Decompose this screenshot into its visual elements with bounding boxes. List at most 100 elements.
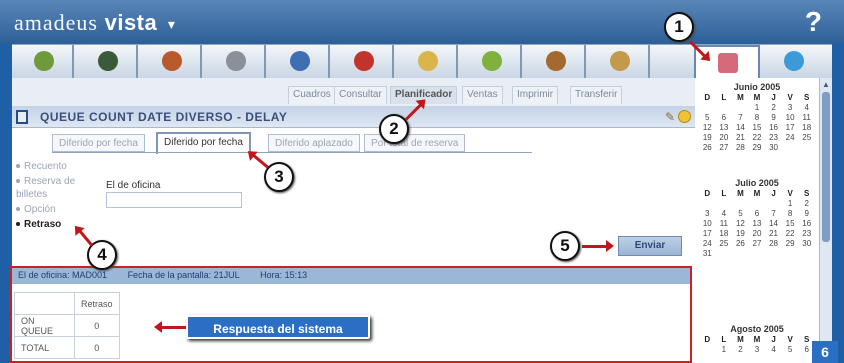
calendar-day[interactable]: 1: [782, 199, 799, 209]
calendar-day[interactable]: 21: [765, 229, 782, 239]
calendar-day[interactable]: 24: [782, 133, 799, 143]
calendar-day[interactable]: 4: [798, 103, 815, 113]
calendar-day[interactable]: 7: [765, 209, 782, 219]
send-button[interactable]: Enviar: [618, 236, 682, 256]
calendar-day[interactable]: 19: [732, 229, 749, 239]
calendar-day[interactable]: 14: [765, 219, 782, 229]
calendar-day[interactable]: 9: [765, 113, 782, 123]
calendar-day[interactable]: 18: [798, 123, 815, 133]
calendar-day[interactable]: 5: [782, 345, 799, 355]
calendar-day[interactable]: 10: [782, 113, 799, 123]
tab-ventas[interactable]: Ventas: [462, 86, 503, 104]
calendar-day[interactable]: [732, 103, 749, 113]
module-person-icon[interactable]: [332, 45, 394, 79]
calendar-day[interactable]: 3: [699, 209, 716, 219]
module-bus-icon[interactable]: [268, 45, 330, 79]
calendar-day[interactable]: [782, 143, 799, 153]
calendar-day[interactable]: [699, 345, 716, 355]
calendar-day[interactable]: 30: [765, 143, 782, 153]
tab-imprimir[interactable]: Imprimir: [512, 86, 559, 104]
calendar-day[interactable]: 21: [732, 133, 749, 143]
calendar-day[interactable]: 23: [798, 229, 815, 239]
help-icon[interactable]: ?: [805, 6, 822, 38]
calendar-day[interactable]: 2: [798, 199, 815, 209]
tab-transferir[interactable]: Transferir: [570, 86, 623, 104]
module-world-icon[interactable]: [460, 45, 522, 79]
module-car-icon[interactable]: [204, 45, 266, 79]
calendar-day[interactable]: 1: [716, 345, 733, 355]
tab-diferido-fecha[interactable]: Diferido por fecha: [156, 132, 251, 154]
calendar-day[interactable]: 22: [749, 133, 766, 143]
calendar-day[interactable]: 18: [716, 229, 733, 239]
calendar-day[interactable]: 4: [765, 345, 782, 355]
tab-diferido-aplazado[interactable]: Diferido aplazado: [268, 134, 360, 152]
scroll-thumb[interactable]: [822, 92, 830, 242]
calendar-day[interactable]: 20: [716, 133, 733, 143]
calendar-day[interactable]: 15: [782, 219, 799, 229]
module-globe-icon[interactable]: [76, 45, 138, 79]
brand-logo[interactable]: amadeus vista ▾: [14, 10, 175, 36]
calendar-day[interactable]: 5: [699, 113, 716, 123]
calendar-day[interactable]: [699, 103, 716, 113]
calendar-day[interactable]: 16: [798, 219, 815, 229]
module-luggage-icon[interactable]: [524, 45, 586, 79]
module-luggage2-icon[interactable]: [588, 45, 650, 79]
tab-consultar[interactable]: Consultar: [334, 86, 387, 104]
calendar-day[interactable]: 2: [765, 103, 782, 113]
calendar-day[interactable]: 27: [716, 143, 733, 153]
calendar-day[interactable]: [716, 249, 733, 259]
calendar-day[interactable]: 17: [782, 123, 799, 133]
calendar-day[interactable]: 25: [716, 239, 733, 249]
calendar-day[interactable]: 9: [798, 209, 815, 219]
calendar-day[interactable]: [798, 249, 815, 259]
calendar-day[interactable]: 8: [782, 209, 799, 219]
calendar-day[interactable]: 16: [765, 123, 782, 133]
calendar-day[interactable]: 26: [699, 143, 716, 153]
calendar-day[interactable]: 12: [732, 219, 749, 229]
calendar-day[interactable]: 1: [749, 103, 766, 113]
module-tools-icon[interactable]: [396, 45, 458, 79]
nav-item-reserva-billetes[interactable]: Reserva de billetes: [16, 175, 106, 201]
calendar-day[interactable]: 19: [699, 133, 716, 143]
calendar-day[interactable]: 13: [716, 123, 733, 133]
tab-diferido-fecha-1[interactable]: Diferido por fecha: [52, 134, 145, 152]
calendar-day[interactable]: 11: [798, 113, 815, 123]
calendar-day[interactable]: [765, 249, 782, 259]
calendar-day[interactable]: 23: [765, 133, 782, 143]
calendar-day[interactable]: 26: [732, 239, 749, 249]
calendar-day[interactable]: 24: [699, 239, 716, 249]
calendar-day[interactable]: 13: [749, 219, 766, 229]
calendar-day[interactable]: 10: [699, 219, 716, 229]
close-icon[interactable]: [678, 110, 691, 123]
tab-cuadros[interactable]: Cuadros: [288, 86, 336, 104]
office-field[interactable]: [106, 192, 242, 208]
calendar-day[interactable]: [749, 199, 766, 209]
calendar-day[interactable]: 29: [782, 239, 799, 249]
calendar-day[interactable]: 20: [749, 229, 766, 239]
calendar-day[interactable]: [699, 199, 716, 209]
calendar-day[interactable]: 28: [765, 239, 782, 249]
calendar-day[interactable]: 30: [798, 239, 815, 249]
calendar-day[interactable]: 15: [749, 123, 766, 133]
wrench-icon[interactable]: ✎: [665, 110, 675, 124]
tab-total-reserva[interactable]: Por total de reserva: [364, 134, 466, 152]
calendar-day[interactable]: 4: [716, 209, 733, 219]
module-hotel-icon[interactable]: [140, 45, 202, 79]
nav-item-recuento[interactable]: Recuento: [16, 160, 106, 173]
calendar-day[interactable]: 25: [798, 133, 815, 143]
calendar-day[interactable]: 11: [716, 219, 733, 229]
calendar-day[interactable]: 5: [732, 209, 749, 219]
calendar-day[interactable]: 3: [749, 345, 766, 355]
scroll-up-icon[interactable]: ▲: [822, 80, 831, 89]
calendar-day[interactable]: 17: [699, 229, 716, 239]
calendar-day[interactable]: 6: [749, 209, 766, 219]
calendar-day[interactable]: [732, 199, 749, 209]
calendar-day[interactable]: 27: [749, 239, 766, 249]
calendar-day[interactable]: 7: [732, 113, 749, 123]
calendar-scrollbar[interactable]: ▲: [819, 78, 832, 363]
calendar-day[interactable]: 22: [782, 229, 799, 239]
calendar-day[interactable]: 14: [732, 123, 749, 133]
module-tree-icon[interactable]: [12, 45, 74, 79]
calendar-day[interactable]: 6: [716, 113, 733, 123]
calendar-day[interactable]: [798, 143, 815, 153]
